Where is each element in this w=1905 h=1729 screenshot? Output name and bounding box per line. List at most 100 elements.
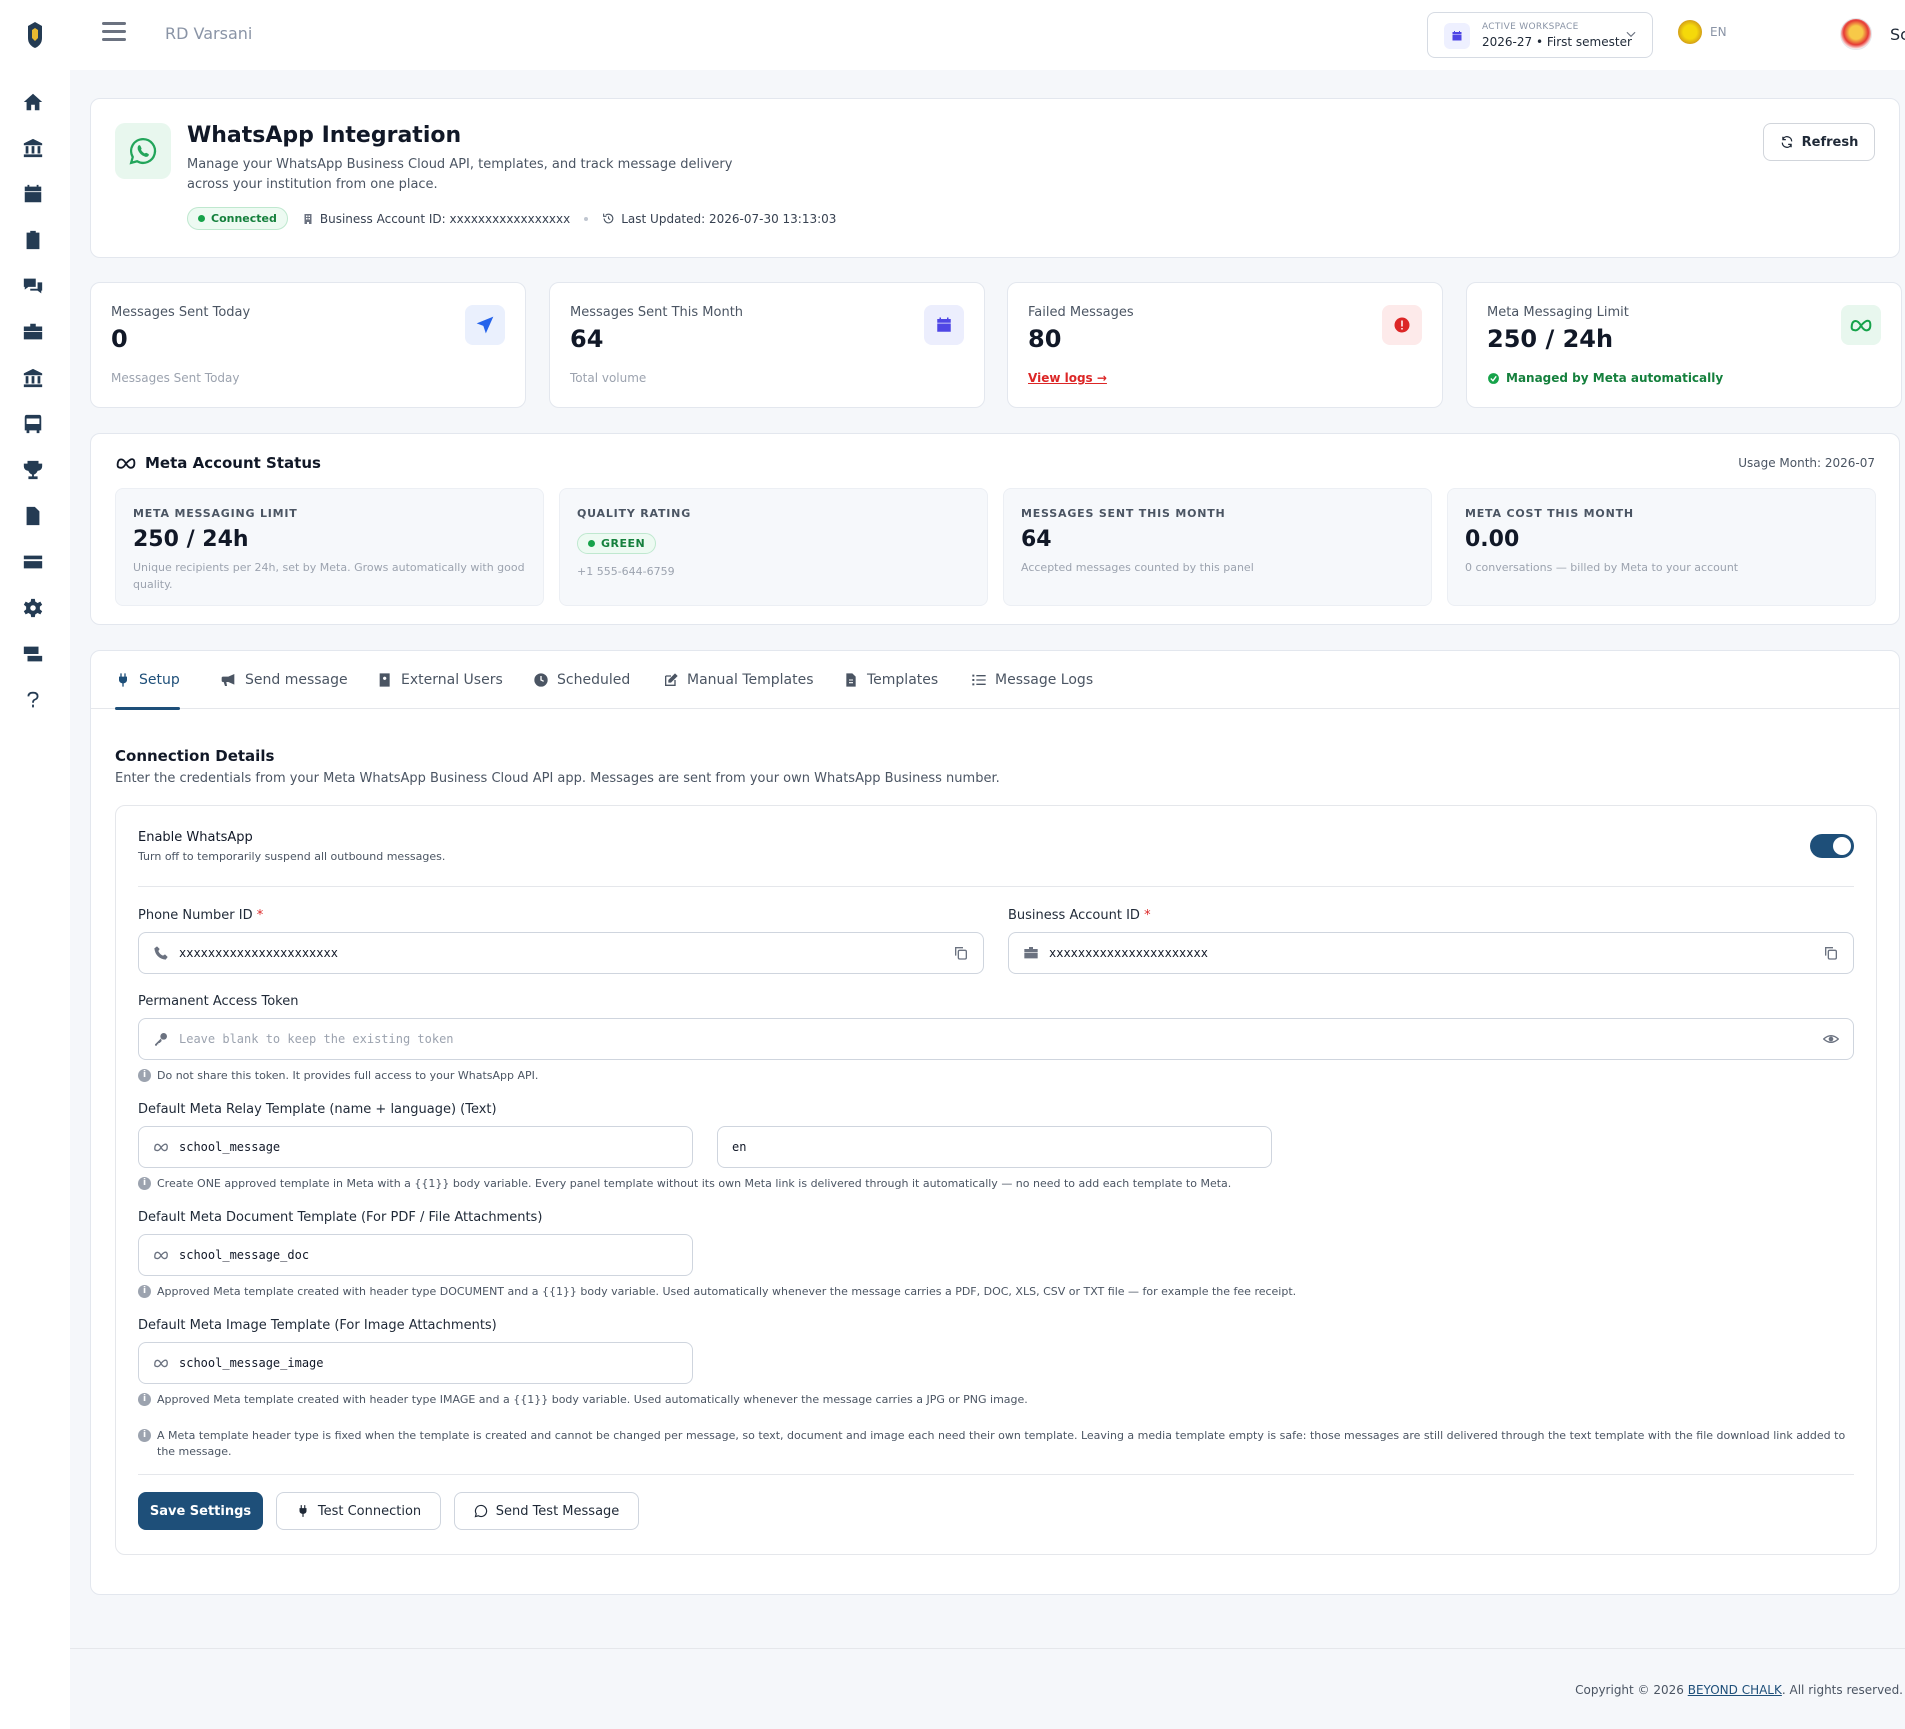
relay-template-language-field[interactable]: en [717, 1126, 1272, 1168]
info-icon: i [138, 1285, 151, 1298]
whatsapp-icon [474, 1504, 487, 1518]
sidebar-item-payments[interactable] [10, 542, 56, 582]
sidebar-item-calendar[interactable] [10, 174, 56, 214]
enable-whatsapp-label: Enable WhatsApp [138, 830, 253, 845]
eye-icon[interactable] [1823, 1031, 1839, 1047]
top-bar: RD Varsani ACTIVE WORKSPACE 2026-27 • Fi… [70, 0, 1905, 70]
footer: Copyright © 2026 BEYOND CHALK. All right… [70, 1648, 1905, 1729]
sidebar-item-documents[interactable] [10, 496, 56, 536]
info-icon: i [138, 1393, 151, 1406]
phone-number-id-field[interactable]: xxxxxxxxxxxxxxxxxxxxxx [138, 932, 984, 974]
sidebar-item-institution[interactable] [10, 128, 56, 168]
document-template-field[interactable]: school_message_doc [138, 1234, 693, 1276]
bus-icon [24, 414, 42, 434]
sidebar-item-briefcase[interactable] [10, 312, 56, 352]
status-dot-icon [198, 215, 205, 222]
chevron-down-icon [1626, 31, 1636, 38]
refresh-icon [1781, 136, 1792, 148]
edit-icon [665, 673, 678, 686]
list-icon [972, 674, 986, 686]
meta-icon [1841, 305, 1881, 345]
relay-template-name-field[interactable]: school_message [138, 1126, 693, 1168]
copyright: Copyright © 2026 BEYOND CHALK. All right… [1575, 1683, 1903, 1697]
refresh-button[interactable]: Refresh [1763, 123, 1875, 161]
sidebar-item-settings[interactable] [10, 588, 56, 628]
alert-icon [1382, 305, 1422, 345]
box-label: META COST THIS MONTH [1465, 507, 1634, 520]
sidebar-item-finance[interactable] [10, 634, 56, 674]
stat-footnote: Messages Sent Today [111, 371, 240, 385]
stat-value: 250 / 24h [1487, 325, 1614, 353]
tab-send-message[interactable]: Send message [221, 651, 348, 709]
phone-number-id-label: Phone Number ID * [138, 908, 264, 923]
sidebar-item-transport[interactable] [10, 404, 56, 444]
send-test-message-button[interactable]: Send Test Message [454, 1492, 639, 1530]
business-account-id-field[interactable]: xxxxxxxxxxxxxxxxxxxxxx [1008, 932, 1854, 974]
relay-template-hint: i Create ONE approved template in Meta wi… [138, 1176, 1854, 1192]
bank-icon [23, 368, 43, 388]
menu-toggle-icon[interactable] [102, 22, 126, 46]
school-name: RD Varsani [165, 24, 253, 43]
stat-card-meta-limit: Meta Messaging Limit 250 / 24h Managed b… [1466, 282, 1902, 408]
brand-link[interactable]: BEYOND CHALK [1688, 1683, 1782, 1697]
stat-label: Meta Messaging Limit [1487, 305, 1629, 320]
save-settings-button[interactable]: Save Settings [138, 1492, 263, 1530]
stat-card-failed: Failed Messages 80 View logs → [1007, 282, 1443, 408]
sidebar-item-achievements[interactable] [10, 450, 56, 490]
tab-manual-templates[interactable]: Manual Templates [663, 651, 814, 709]
tab-scheduled[interactable]: Scheduled [533, 651, 630, 709]
calendar-icon [24, 184, 42, 203]
sidebar-item-help[interactable] [10, 680, 56, 720]
test-connection-button[interactable]: Test Connection [276, 1492, 441, 1530]
money-icon [23, 646, 43, 662]
address-book-icon [379, 673, 390, 687]
plug-icon [119, 673, 127, 687]
credit-card-icon [23, 555, 43, 569]
workspace-label: ACTIVE WORKSPACE [1482, 22, 1579, 32]
sidebar-item-bank[interactable] [10, 358, 56, 398]
box-value: 250 / 24h [133, 527, 249, 552]
user-menu[interactable]: School [1840, 18, 1905, 50]
copy-icon[interactable] [953, 945, 969, 961]
document-template-hint: i Approved Meta template created with hea… [138, 1284, 1854, 1300]
phone-number: +1 555-644-6759 [577, 565, 675, 578]
token-hint: i Do not share this token. It provides fu… [138, 1068, 1854, 1084]
media-template-hint: iA Meta template header type is fixed wh… [138, 1428, 1854, 1460]
business-account-info: Business Account ID: xxxxxxxxxxxxxxxxx [302, 212, 570, 226]
tab-setup[interactable]: Setup [115, 651, 180, 710]
box-note: Accepted messages counted by this panel [1021, 561, 1254, 574]
plug-icon [299, 1505, 307, 1517]
language-code: EN [1710, 25, 1727, 39]
sidebar-item-home[interactable] [10, 82, 56, 122]
business-account-id-label: Business Account ID * [1008, 908, 1151, 923]
sidebar-item-clipboard[interactable] [10, 220, 56, 260]
account-box-quality: QUALITY RATING GREEN +1 555-644-6759 [559, 488, 988, 606]
calendar-icon [1444, 23, 1470, 49]
quality-badge: GREEN [577, 533, 657, 554]
tab-message-logs[interactable]: Message Logs [971, 651, 1093, 709]
document-icon [26, 506, 40, 526]
school-logo-icon[interactable] [22, 20, 48, 50]
tab-templates[interactable]: Templates [843, 651, 938, 709]
tab-external-users[interactable]: External Users [377, 651, 503, 709]
stat-card-sent-today: Messages Sent Today 0 Messages Sent Toda… [90, 282, 526, 408]
language-switcher[interactable]: EN [1678, 20, 1727, 44]
image-template-hint: i Approved Meta template created with hea… [138, 1392, 1854, 1408]
paper-plane-icon [465, 305, 505, 345]
file-icon [846, 673, 856, 687]
stat-label: Messages Sent Today [111, 305, 251, 320]
stat-label: Failed Messages [1028, 305, 1134, 320]
copy-icon[interactable] [1823, 945, 1839, 961]
view-logs-link[interactable]: View logs → [1028, 371, 1107, 385]
access-token-field[interactable]: Leave blank to keep the existing token [138, 1018, 1854, 1060]
stat-footnote: Managed by Meta automatically [1487, 371, 1723, 385]
stat-label: Messages Sent This Month [570, 305, 744, 320]
sidebar-item-messages[interactable] [10, 266, 56, 306]
stat-card-sent-month: Messages Sent This Month 64 Total volume [549, 282, 985, 408]
enable-whatsapp-toggle[interactable] [1810, 834, 1854, 858]
image-template-field[interactable]: school_message_image [138, 1342, 693, 1384]
briefcase-icon [1024, 947, 1038, 959]
meta-icon [116, 458, 136, 469]
workspace-selector[interactable]: ACTIVE WORKSPACE 2026-27 • First semeste… [1427, 12, 1653, 58]
divider [138, 886, 1854, 887]
